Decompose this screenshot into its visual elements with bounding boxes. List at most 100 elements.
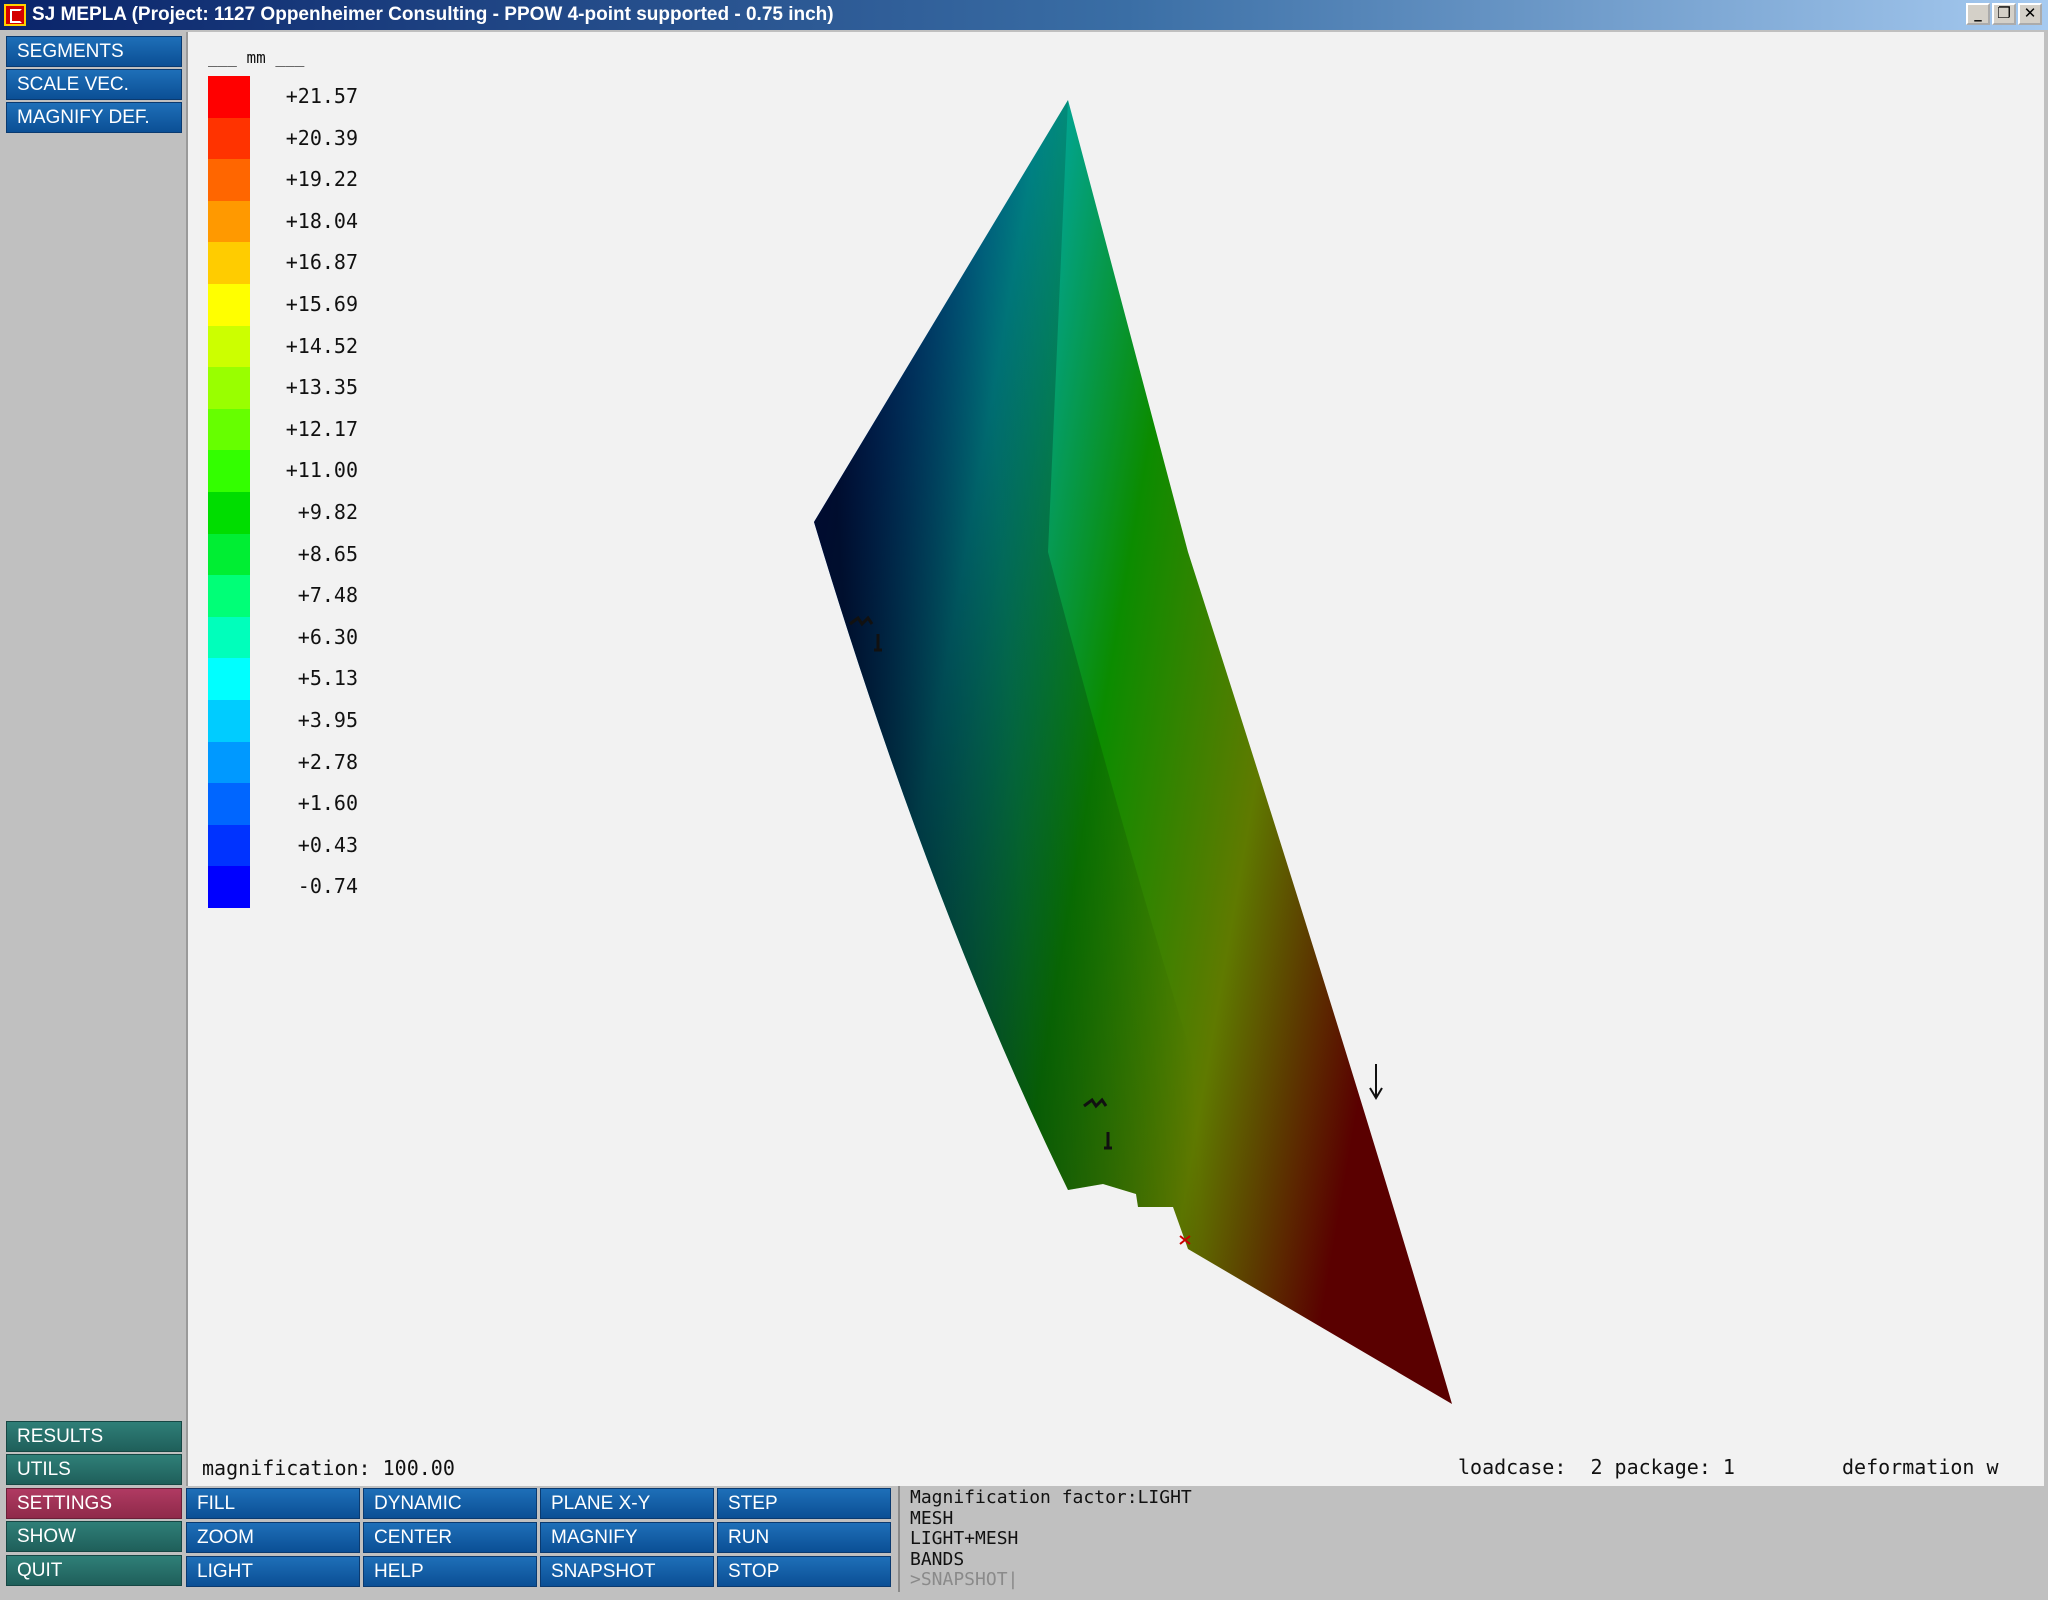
- legend-swatch: [208, 76, 250, 118]
- legend-value: +18.04: [285, 208, 358, 233]
- light-button[interactable]: LIGHT: [186, 1556, 360, 1587]
- magnify-def-button[interactable]: MAGNIFY DEF.: [6, 102, 182, 133]
- scale-vec-button[interactable]: SCALE VEC.: [6, 69, 182, 100]
- legend-row: -0.74: [208, 866, 508, 908]
- legend-value: +3.95: [297, 708, 358, 732]
- legend-row: +13.35: [208, 367, 508, 409]
- legend-value: +8.65: [297, 541, 358, 566]
- legend-swatch: [208, 783, 250, 825]
- center-button[interactable]: CENTER: [363, 1522, 537, 1553]
- legend-row: +18.04: [208, 200, 508, 243]
- legend-row: +7.48: [208, 575, 508, 617]
- stop-button[interactable]: STOP: [717, 1556, 891, 1587]
- legend-row: +12.17: [208, 408, 508, 451]
- magnify-button[interactable]: MAGNIFY: [540, 1522, 714, 1553]
- legend-value: +7.48: [297, 583, 358, 608]
- step-button[interactable]: STEP: [717, 1488, 891, 1519]
- utils-button[interactable]: UTILS: [6, 1454, 182, 1485]
- legend-value: +2.78: [297, 749, 358, 774]
- results-button[interactable]: RESULTS: [6, 1421, 182, 1452]
- legend-row: +15.69: [208, 284, 508, 326]
- run-button[interactable]: RUN: [717, 1522, 891, 1553]
- legend-row: +21.57: [208, 76, 508, 118]
- title-bar: SJ MEPLA (Project: 1127 Oppenheimer Cons…: [0, 0, 2048, 30]
- restore-button[interactable]: ❐: [1992, 3, 2016, 25]
- legend-row: +1.60: [208, 783, 508, 825]
- console-line: Magnification factor:LIGHT: [910, 1487, 1192, 1508]
- legend-value: +14.52: [285, 333, 358, 358]
- quit-button[interactable]: QUIT: [6, 1555, 182, 1586]
- bottom-toolbar: FILL ZOOM LIGHT DYNAMIC CENTER HELP PLAN…: [186, 1486, 2044, 1596]
- legend-value: +0.43: [297, 832, 358, 857]
- legend-row: +8.65: [208, 533, 508, 576]
- console-line: BANDS: [910, 1548, 965, 1570]
- loadcase-readout: loadcase: 2 package: 1: [1458, 1455, 1735, 1479]
- legend-swatch: [208, 741, 250, 784]
- load-arrow: [1369, 1064, 1383, 1100]
- dynamic-button[interactable]: DYNAMIC: [363, 1488, 537, 1519]
- window-controls: _ ❐ ✕: [1966, 3, 2042, 25]
- legend-swatch: [208, 284, 250, 326]
- legend-value: +12.17: [285, 416, 358, 441]
- legend-value: +19.22: [285, 167, 358, 192]
- legend-swatch: [208, 367, 250, 409]
- legend-row: +2.78: [208, 741, 508, 784]
- legend-row: +20.39: [208, 117, 508, 160]
- legend-swatch: [208, 700, 250, 742]
- legend-swatch: [208, 616, 250, 659]
- legend-row: +0.43: [208, 824, 508, 867]
- fill-button[interactable]: FILL: [186, 1488, 360, 1519]
- legend-swatch: [208, 450, 250, 492]
- window-title: SJ MEPLA (Project: 1127 Oppenheimer Cons…: [32, 4, 834, 25]
- legend-swatch: [208, 492, 250, 534]
- legend-swatch: [208, 658, 250, 700]
- legend-swatch: [208, 200, 250, 243]
- graphics-viewport[interactable]: ___ mm ___ +21.57 +20.39 +19.22 +18.04 +16.8…: [186, 32, 2044, 1486]
- legend-value: +6.30: [297, 624, 358, 649]
- segments-button[interactable]: SEGMENTS: [6, 36, 182, 67]
- app-icon: [4, 4, 26, 26]
- legend-value: +15.69: [285, 292, 358, 316]
- legend-value: +16.87: [285, 250, 358, 275]
- legend-row: +16.87: [208, 242, 508, 284]
- legend-unit-label: ___ mm ___: [208, 48, 305, 67]
- legend-row: +9.82: [208, 492, 508, 534]
- legend-value: +1.60: [297, 791, 358, 816]
- settings-button[interactable]: SETTINGS: [6, 1488, 182, 1519]
- magnification-readout: magnification: 100.00: [202, 1456, 455, 1480]
- snapshot-button[interactable]: SNAPSHOT: [540, 1556, 714, 1587]
- plane-xy-button[interactable]: PLANE X-Y: [540, 1488, 714, 1519]
- legend-value: +20.39: [285, 125, 358, 150]
- zoom-button[interactable]: ZOOM: [186, 1522, 360, 1553]
- show-button[interactable]: SHOW: [6, 1521, 182, 1552]
- close-button[interactable]: ✕: [2018, 3, 2042, 25]
- legend-row: +6.30: [208, 616, 508, 659]
- console-prompt[interactable]: >SNAPSHOT|: [910, 1569, 2044, 1591]
- legend-swatch: [208, 408, 250, 451]
- legend-swatch: [208, 159, 250, 201]
- legend-value: +5.13: [297, 666, 358, 691]
- console-output[interactable]: Magnification factor:LIGHT MESH LIGHT+ME…: [898, 1486, 2044, 1592]
- legend-value: +11.00: [285, 458, 358, 483]
- legend-swatch: [208, 575, 250, 617]
- console-line: LIGHT+MESH: [910, 1528, 1019, 1549]
- legend-row: +5.13: [208, 658, 508, 700]
- console-line: MESH: [910, 1507, 954, 1529]
- legend-row: +3.95: [208, 700, 508, 742]
- legend-value: +13.35: [285, 375, 358, 400]
- legend-swatch: [208, 242, 250, 284]
- legend-row: +11.00: [208, 450, 508, 492]
- legend-swatch: [208, 325, 250, 368]
- legend-row: +14.52: [208, 325, 508, 368]
- legend-row: +19.22: [208, 159, 508, 201]
- legend-swatch: [208, 824, 250, 867]
- left-panel: SEGMENTS SCALE VEC. MAGNIFY DEF. RESULTS…: [2, 32, 184, 1596]
- legend-value: -0.74: [297, 874, 358, 899]
- deformation-readout: deformation w: [1842, 1455, 1999, 1479]
- legend-swatch: [208, 533, 250, 576]
- help-button[interactable]: HELP: [363, 1556, 537, 1587]
- minimize-button[interactable]: _: [1966, 3, 1990, 25]
- legend-value: +21.57: [285, 84, 358, 108]
- legend-swatch: [208, 866, 250, 908]
- legend-value: +9.82: [297, 500, 358, 524]
